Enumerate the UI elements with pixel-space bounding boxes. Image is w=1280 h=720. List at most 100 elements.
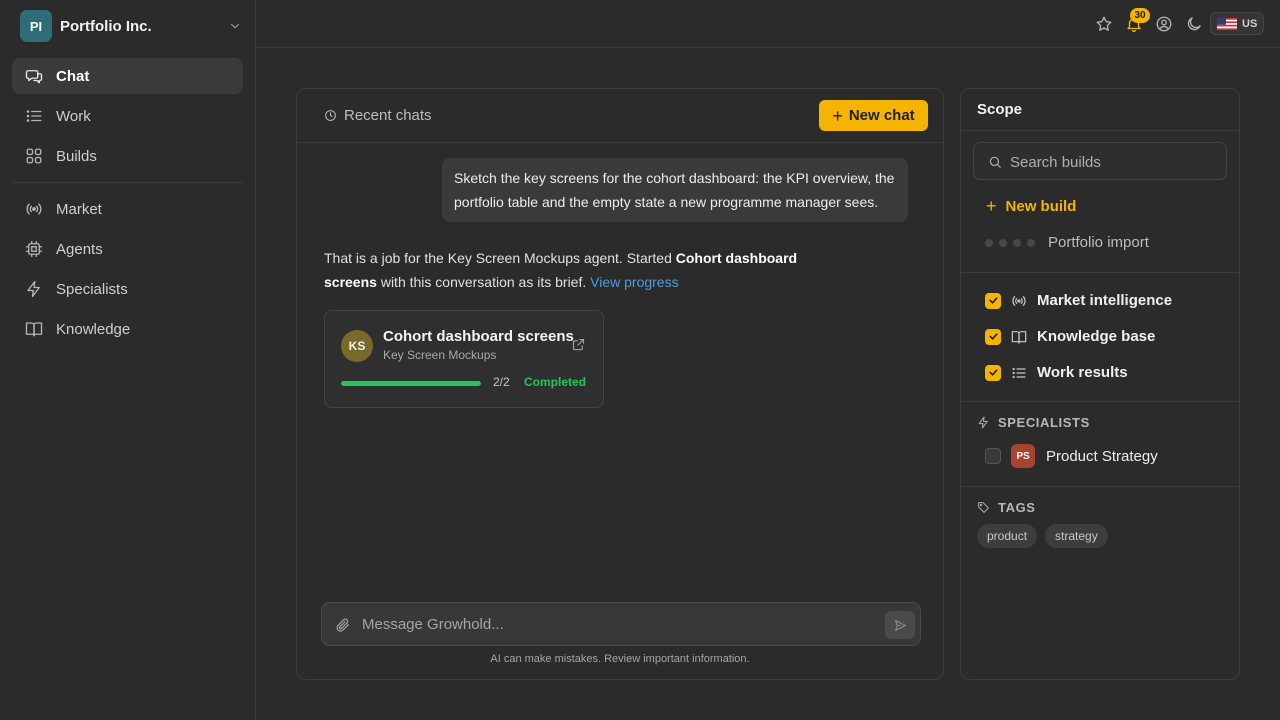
nav-label: Knowledge (56, 320, 131, 338)
progress-bar-fill (341, 381, 481, 386)
specialist-avatar: PS (1011, 444, 1035, 468)
divider (961, 486, 1239, 487)
broadcast-icon (1012, 295, 1026, 306)
new-build-button[interactable]: + New build (986, 197, 1076, 215)
progress-count: 2/2 (493, 375, 510, 389)
build-card[interactable]: KS Cohort dashboard screens Key Screen M… (324, 310, 604, 408)
section-label-text: TAGS (998, 500, 1036, 515)
moon-icon[interactable] (1185, 15, 1203, 33)
broadcast-icon (26, 203, 42, 215)
agent-avatar: KS (341, 330, 373, 362)
new-chat-button[interactable]: + New chat (819, 100, 928, 131)
org-avatar: PI (20, 10, 52, 42)
tag-icon (978, 502, 989, 513)
assistant-text: with this conversation as its brief. (376, 274, 591, 290)
nav-item-knowledge[interactable]: Knowledge (12, 311, 243, 347)
progress-bar (341, 381, 481, 386)
cpu-icon (25, 240, 43, 258)
scope-title: Scope (977, 101, 1023, 118)
user-message: Sketch the key screens for the cohort da… (442, 158, 908, 222)
tag-list: product strategy (977, 524, 1116, 548)
nav-label: Builds (56, 147, 97, 165)
checkbox-checked[interactable] (985, 328, 1001, 345)
new-build-label: New build (1005, 197, 1077, 215)
list-icon (1012, 367, 1026, 378)
checkbox-unchecked[interactable] (985, 448, 1001, 464)
view-progress-link[interactable]: View progress (590, 274, 678, 290)
tags-heading: TAGS (977, 500, 1036, 515)
plus-icon: + (832, 105, 843, 126)
build-card-title: Cohort dashboard screens (383, 328, 574, 345)
clock-icon (325, 110, 336, 121)
nav-item-market[interactable]: Market (12, 191, 243, 227)
nav-item-chat[interactable]: Chat (12, 58, 243, 94)
topbar: 30 US (256, 0, 1280, 48)
source-knowledge-base[interactable]: Knowledge base (985, 328, 1155, 345)
us-flag-icon (1217, 17, 1237, 30)
external-link-icon[interactable] (571, 337, 586, 352)
check-icon (988, 333, 998, 340)
source-label: Work results (1037, 364, 1128, 381)
lightning-icon (27, 280, 40, 298)
notification-badge: 30 (1130, 8, 1150, 23)
new-chat-label: New chat (848, 107, 915, 124)
assistant-message: That is a job for the Key Screen Mockups… (324, 246, 804, 294)
specialist-product-strategy[interactable]: PS Product Strategy (985, 444, 1158, 468)
locale-code: US (1242, 17, 1258, 30)
nav-label: Specialists (56, 280, 128, 298)
chevron-down-icon (230, 23, 240, 29)
tag-chip[interactable]: product (977, 524, 1038, 548)
org-switcher[interactable]: PI Portfolio Inc. (20, 10, 242, 42)
nav-divider (12, 182, 243, 183)
disclaimer: AI can make mistakes. Review important i… (490, 653, 750, 665)
book-icon (25, 322, 43, 337)
org-name: Portfolio Inc. (60, 17, 152, 35)
send-icon (894, 619, 906, 631)
divider (961, 130, 1239, 131)
specialists-heading: SPECIALISTS (977, 415, 1090, 430)
message-composer (321, 602, 921, 646)
check-icon (988, 369, 998, 376)
assistant-text: That is a job for the Key Screen Mockups… (324, 250, 676, 266)
chat-icon (25, 70, 43, 84)
build-item-label: Portfolio import (1048, 234, 1149, 251)
nav-label: Market (56, 200, 102, 218)
recent-chats-button[interactable]: Recent chats (324, 107, 432, 124)
tag-chip[interactable]: strategy (1045, 524, 1108, 548)
check-icon (988, 297, 998, 304)
nav-label: Chat (56, 67, 90, 85)
recent-chats-label: Recent chats (344, 107, 432, 124)
plus-icon: + (986, 196, 997, 216)
checkbox-checked[interactable] (985, 364, 1001, 381)
specialist-name: Product Strategy (1046, 447, 1158, 465)
nav-item-builds[interactable]: Builds (12, 138, 243, 174)
source-label: Market intelligence (1037, 292, 1173, 309)
build-item[interactable]: Portfolio import (985, 234, 1149, 251)
nav-item-specialists[interactable]: Specialists (12, 271, 243, 307)
grid-icon (26, 148, 42, 164)
send-button[interactable] (885, 611, 915, 639)
user-circle-icon[interactable] (1155, 15, 1173, 33)
paperclip-icon[interactable] (335, 617, 351, 633)
checkbox-checked[interactable] (985, 292, 1001, 309)
scope-panel: Scope + New build Portfolio import Marke… (960, 88, 1240, 680)
message-input[interactable] (362, 613, 872, 635)
nav-item-agents[interactable]: Agents (12, 231, 243, 267)
locale-switcher[interactable]: US (1210, 12, 1264, 35)
source-market-intelligence[interactable]: Market intelligence (985, 292, 1172, 309)
divider (961, 401, 1239, 402)
nav-label: Work (56, 107, 91, 125)
build-steps-indicator (985, 238, 1041, 247)
search-builds (973, 142, 1227, 180)
chat-header: Recent chats + New chat (297, 89, 943, 143)
chat-panel: Recent chats + New chat Sketch the key s… (296, 88, 944, 680)
build-card-subtitle: Key Screen Mockups (383, 348, 497, 362)
section-label-text: SPECIALISTS (998, 415, 1090, 430)
status-badge: Completed (524, 375, 587, 389)
source-work-results[interactable]: Work results (985, 364, 1128, 381)
nav-item-work[interactable]: Work (12, 98, 243, 134)
search-input[interactable] (1010, 152, 1210, 172)
nav-label: Agents (56, 240, 103, 258)
divider (961, 272, 1239, 273)
star-icon[interactable] (1095, 15, 1113, 33)
